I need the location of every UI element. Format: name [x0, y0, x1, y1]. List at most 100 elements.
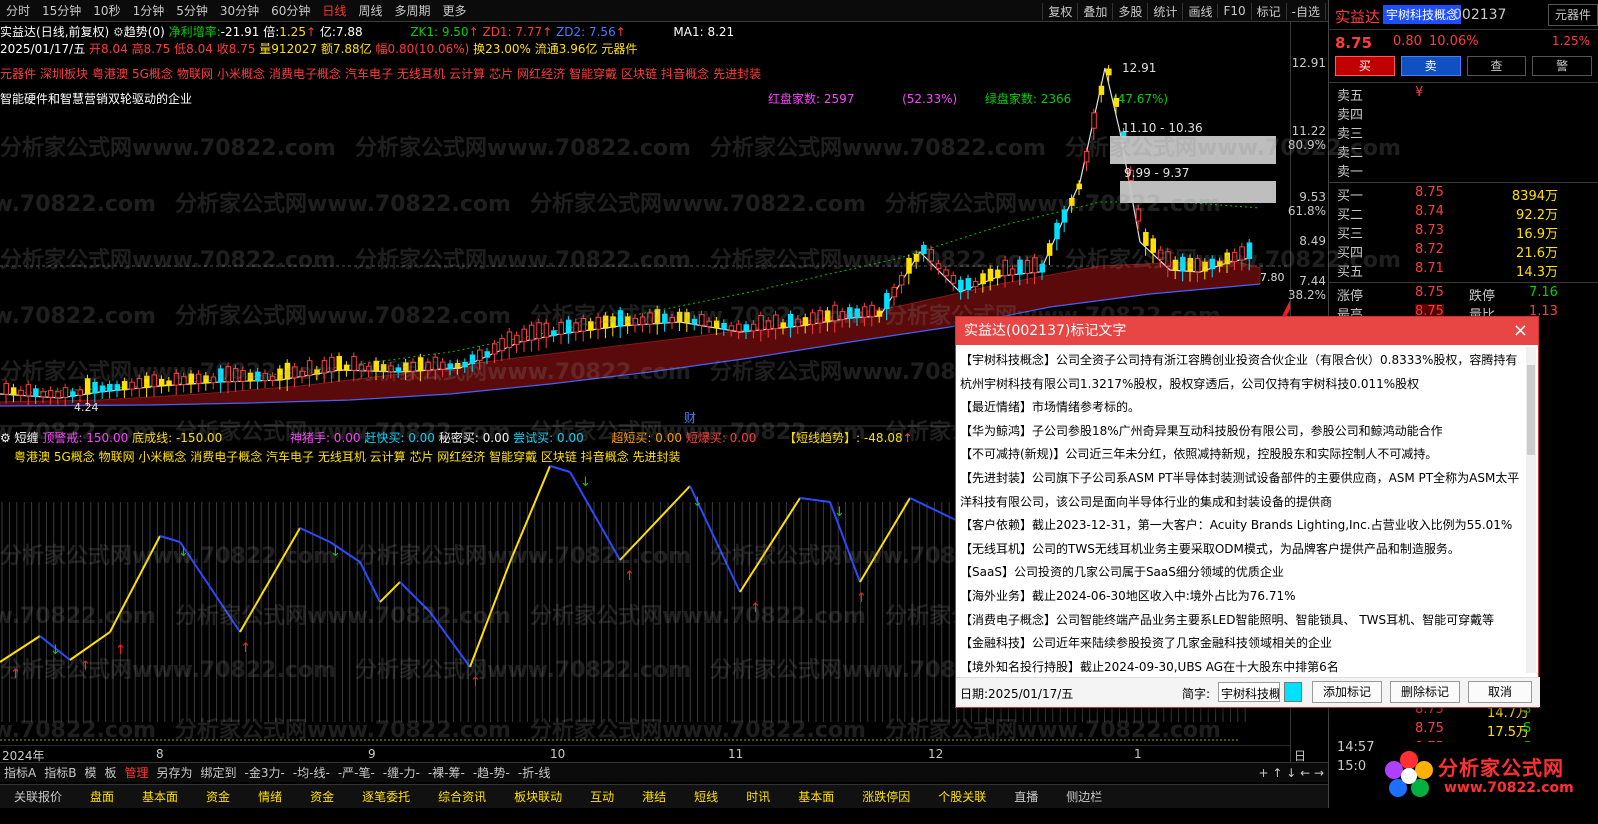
taskbar-item[interactable]: 港结	[628, 788, 680, 805]
candle-body	[277, 368, 283, 381]
time-axis: 2024年 8 9 10 11 12 1 日线	[0, 745, 1306, 780]
taskbar-item[interactable]: 逐笔委托	[348, 788, 424, 805]
short-burst-val: 短爆买: 0.00	[685, 431, 757, 445]
tool-draw[interactable]: 画线	[1182, 2, 1217, 20]
tool-stats[interactable]: 统计	[1147, 2, 1182, 20]
candle-body	[469, 354, 476, 365]
sub-indicator-header: ⚙ 短缠 顶警戒: 150.00 底成线: -150.00 神猪手: 0.00 …	[0, 429, 913, 445]
osc-segment	[159, 535, 181, 543]
candle-body	[121, 381, 128, 391]
btn-indicator-6[interactable]: -趋-势-	[469, 764, 514, 781]
zoom-controls[interactable]: + ↑ ↓ ← →	[1254, 766, 1328, 780]
sub-indicator-name[interactable]: ⚙ 短缠	[0, 431, 39, 445]
btn-save-as[interactable]: 另存为	[153, 764, 197, 781]
sell-button[interactable]: 卖	[1400, 56, 1461, 76]
taskbar-item[interactable]: 直播	[1000, 788, 1052, 805]
taskbar-item[interactable]: 时讯	[732, 788, 784, 805]
candle-body	[1046, 243, 1053, 256]
candle-body	[1017, 259, 1023, 275]
dialog-text-area[interactable]: 【宇树科技概念】公司全资子公司持有浙江容腾创业投资合伙企业（有限合伙）0.833…	[956, 345, 1530, 675]
candle-body	[928, 249, 934, 262]
buy-signal-arrow: ↑	[240, 641, 251, 656]
tool-watchlist[interactable]: -自选	[1285, 2, 1325, 20]
candle-body	[1076, 183, 1082, 190]
candle-body	[70, 391, 76, 397]
scroll-thumb[interactable]	[1527, 365, 1535, 455]
tool-fuquan[interactable]: 复权	[1042, 2, 1077, 20]
bid-label: 买一	[1337, 189, 1364, 204]
taskbar-item[interactable]: 资金	[296, 788, 348, 805]
candle-body	[269, 375, 276, 381]
btn-indicator-5[interactable]: -裸-筹-	[424, 764, 469, 781]
tf-60min[interactable]: 60分钟	[265, 2, 316, 19]
taskbar-item[interactable]: 基本面	[128, 788, 192, 805]
tf-multi[interactable]: 多周期	[388, 2, 436, 19]
candle-body	[817, 310, 823, 324]
taskbar-item[interactable]: 互动	[576, 788, 628, 805]
cancel-button[interactable]: 取消	[1468, 681, 1532, 703]
taskbar-item[interactable]: 基本面	[784, 788, 848, 805]
candle-body	[136, 378, 143, 389]
btn-indicator-4[interactable]: -缠-力-	[379, 764, 424, 781]
bid-row: 买一 8.75 8394万	[1329, 185, 1598, 204]
fib-box-1-label: 11.10 - 10.36	[1122, 121, 1203, 135]
taskbar-item[interactable]: 侧边栏	[1052, 788, 1116, 805]
close-icon[interactable]: ×	[1513, 317, 1528, 345]
mark-line: 【最近情绪】市场情绪参考标的。	[960, 400, 1141, 415]
trend-arrow: ↑	[902, 431, 913, 445]
add-mark-button[interactable]: 添加标记	[1312, 681, 1382, 703]
btn-indicator-3[interactable]: -严-笔-	[334, 764, 379, 781]
tf-5min[interactable]: 5分钟	[170, 2, 214, 19]
btn-template[interactable]: 模	[80, 764, 100, 781]
taskbar-item[interactable]: 综合资讯	[424, 788, 500, 805]
delete-mark-button[interactable]: 删除标记	[1390, 681, 1460, 703]
btn-indicator-7[interactable]: -折-线	[514, 764, 555, 781]
mark-line: 【宇树科技概念】公司全资子公司持有浙江容腾创业投资合伙企业（有限合伙）0.833…	[960, 353, 1518, 391]
tool-multi-stock[interactable]: 多股	[1112, 2, 1147, 20]
tool-overlay[interactable]: 叠加	[1077, 2, 1112, 20]
taskbar-item[interactable]: 个股关联	[924, 788, 1000, 805]
tf-30min[interactable]: 30分钟	[214, 2, 265, 19]
taskbar-item[interactable]: 情绪	[244, 788, 296, 805]
btn-board[interactable]: 板	[100, 764, 120, 781]
candle-body	[1069, 197, 1075, 206]
tf-daily[interactable]: 日线	[316, 2, 352, 19]
buy-button[interactable]: 买	[1335, 56, 1395, 76]
candle-body	[232, 368, 239, 383]
btn-bind[interactable]: 绑定到	[197, 764, 241, 781]
taskbar-item[interactable]: 资金	[192, 788, 244, 805]
tool-f10[interactable]: F10	[1217, 4, 1250, 18]
axis-label: 80.9%	[1287, 138, 1326, 152]
jianzi-input[interactable]: 宇树科技概	[1218, 682, 1280, 702]
bid-vol: 8394万	[1511, 189, 1558, 204]
alert-button[interactable]: 警	[1532, 56, 1592, 76]
taskbar-item[interactable]: 盘面	[76, 788, 128, 805]
tf-more[interactable]: 更多	[436, 2, 472, 19]
dialog-scrollbar[interactable]	[1526, 347, 1536, 673]
btn-indicator-a[interactable]: 指标A	[0, 764, 40, 781]
bid-price: 8.71	[1415, 261, 1444, 276]
taskbar-item[interactable]: 关联报价	[0, 788, 76, 805]
taskbar-item[interactable]: 板块联动	[500, 788, 576, 805]
tf-fenshi[interactable]: 分时	[0, 2, 36, 19]
btn-indicator-b[interactable]: 指标B	[40, 764, 80, 781]
query-button[interactable]: 查	[1466, 56, 1527, 76]
tf-10s[interactable]: 10秒	[87, 2, 126, 19]
btn-indicator-1[interactable]: -金3力-	[241, 764, 289, 781]
tf-weekly[interactable]: 周线	[352, 2, 388, 19]
osc-segment	[909, 497, 961, 523]
tf-1min[interactable]: 1分钟	[127, 2, 171, 19]
tool-mark[interactable]: 标记	[1250, 2, 1286, 20]
btn-indicator-2[interactable]: -均-线-	[289, 764, 334, 781]
taskbar-item[interactable]: 涨跌停因	[848, 788, 924, 805]
sector-button[interactable]: 元器件	[1548, 4, 1598, 26]
tick-time: 14:57	[1337, 740, 1375, 755]
candle-body	[632, 317, 638, 326]
taskbar-item[interactable]: 短线	[680, 788, 732, 805]
mark-text-dialog: 实益达(002137)标记文字 × 【宇树科技概念】公司全资子公司持有浙江容腾创…	[955, 316, 1540, 708]
tf-15min[interactable]: 15分钟	[36, 2, 87, 19]
quote-tag[interactable]: 宇树科技概念	[1383, 5, 1462, 24]
axis-month: 9	[368, 747, 376, 761]
btn-manage[interactable]: 管理	[120, 764, 152, 781]
color-swatch[interactable]	[1284, 682, 1302, 702]
